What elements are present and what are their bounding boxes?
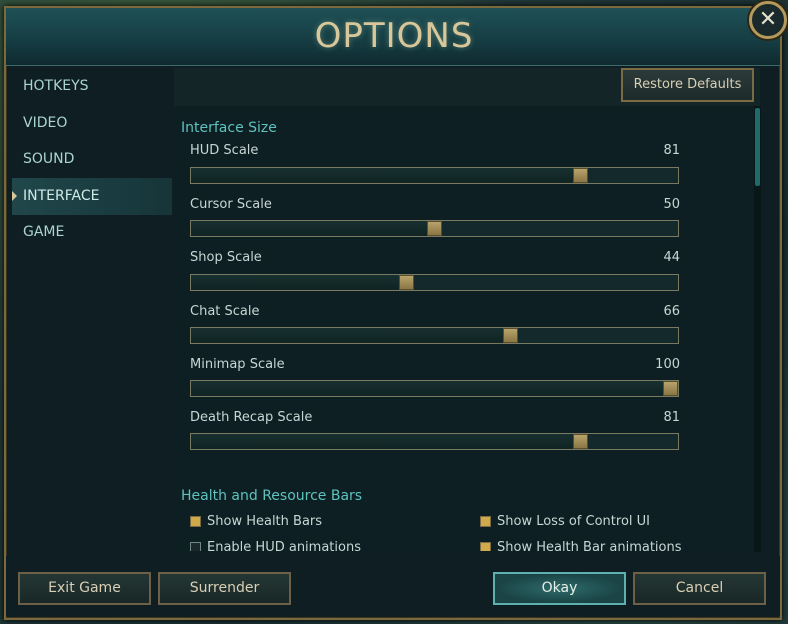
slider-value: 81 bbox=[663, 410, 680, 425]
sidebar-item-hotkeys[interactable]: HOTKEYS bbox=[12, 68, 172, 105]
show-health-bars-option[interactable]: Show Health Bars bbox=[190, 514, 322, 529]
sidebar-item-video[interactable]: VIDEO bbox=[12, 105, 172, 142]
slider-handle[interactable] bbox=[502, 328, 518, 343]
slider-value: 81 bbox=[663, 143, 680, 158]
death-recap-scale-slider[interactable] bbox=[190, 433, 679, 450]
shop-scale-slider[interactable] bbox=[190, 274, 679, 291]
slider-label: Cursor Scale bbox=[190, 197, 272, 212]
show-loss-of-control-option[interactable]: Show Loss of Control UI bbox=[480, 514, 650, 529]
slider-handle[interactable] bbox=[398, 275, 414, 290]
slider-value: 100 bbox=[655, 357, 680, 372]
slider-value: 44 bbox=[663, 250, 680, 265]
sidebar-item-interface[interactable]: INTERFACE bbox=[12, 178, 172, 215]
checkbox[interactable] bbox=[480, 516, 491, 527]
slider-label: Minimap Scale bbox=[190, 357, 285, 372]
slider-label: Death Recap Scale bbox=[190, 410, 313, 425]
slider-fill bbox=[191, 221, 435, 236]
chat-scale-slider[interactable] bbox=[190, 327, 679, 344]
slider-value: 66 bbox=[663, 304, 680, 319]
checkbox-label: Show Health Bars bbox=[207, 514, 323, 529]
sidebar-item-label: INTERFACE bbox=[23, 188, 100, 204]
scrollbar-thumb[interactable] bbox=[755, 108, 760, 186]
exit-game-button[interactable]: Exit Game bbox=[18, 572, 151, 605]
slider-label: Chat Scale bbox=[190, 304, 260, 319]
cursor-scale-slider[interactable] bbox=[190, 220, 679, 237]
slider-fill bbox=[191, 434, 581, 449]
slider-handle[interactable] bbox=[427, 221, 442, 236]
slider-fill bbox=[191, 328, 511, 343]
okay-button[interactable]: Okay bbox=[493, 572, 626, 605]
slider-value: 50 bbox=[663, 197, 680, 212]
sidebar-item-sound[interactable]: SOUND bbox=[12, 141, 172, 178]
slider-handle[interactable] bbox=[663, 381, 678, 396]
slider-label: HUD Scale bbox=[190, 143, 259, 158]
slider-fill bbox=[191, 275, 407, 290]
active-marker-icon bbox=[12, 191, 17, 201]
section-title-health-bars: Health and Resource Bars bbox=[181, 488, 363, 504]
sidebar-item-game[interactable]: GAME bbox=[12, 214, 172, 251]
slider-label: Shop Scale bbox=[190, 250, 262, 265]
cancel-button[interactable]: Cancel bbox=[633, 572, 766, 605]
checkbox-label: Show Loss of Control UI bbox=[497, 514, 650, 529]
close-button[interactable]: ✕ bbox=[749, 1, 787, 39]
checkbox[interactable] bbox=[190, 516, 201, 527]
section-title-interface-size: Interface Size bbox=[181, 120, 277, 136]
slider-handle[interactable] bbox=[573, 434, 589, 449]
slider-handle[interactable] bbox=[573, 168, 589, 183]
window-title: OPTIONS bbox=[314, 16, 474, 56]
sidebar: HOTKEYS VIDEO SOUND INTERFACE GAME bbox=[12, 68, 172, 558]
surrender-button[interactable]: Surrender bbox=[158, 572, 291, 605]
slider-fill bbox=[191, 168, 581, 183]
minimap-scale-slider[interactable] bbox=[190, 380, 679, 397]
slider-fill bbox=[191, 381, 671, 396]
close-icon: ✕ bbox=[758, 7, 778, 32]
hud-scale-slider[interactable] bbox=[190, 167, 679, 184]
restore-defaults-button[interactable]: Restore Defaults bbox=[621, 68, 754, 102]
